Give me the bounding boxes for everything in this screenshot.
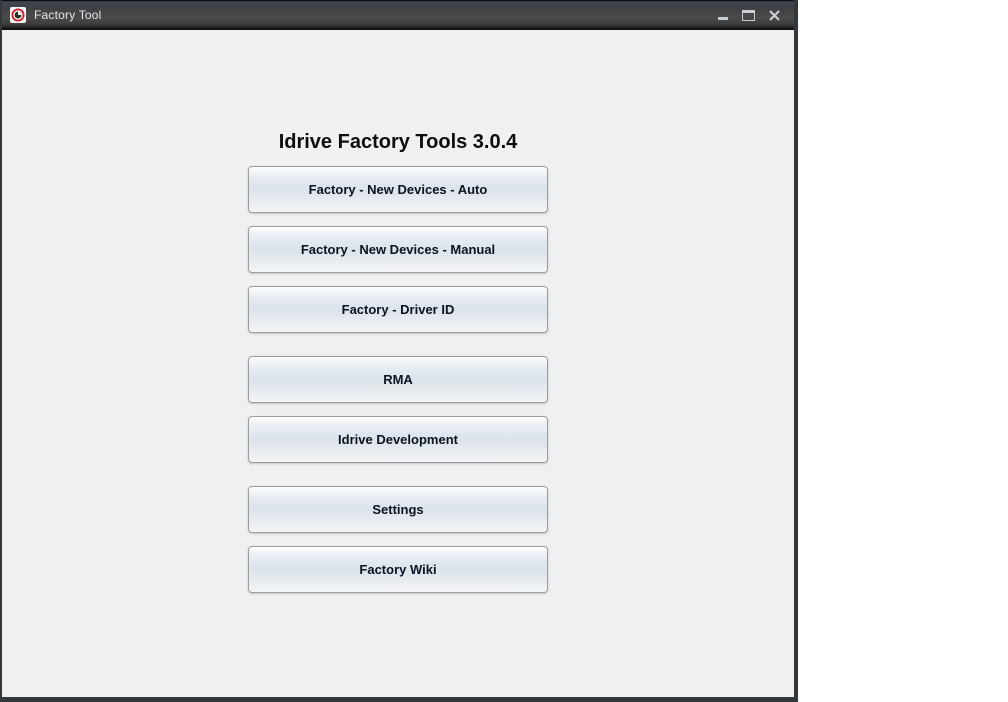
menu-button-stack: Factory - New Devices - Auto Factory - N…	[248, 166, 548, 593]
menu-button-factory-driver-id[interactable]: Factory - Driver ID	[248, 286, 548, 333]
maximize-icon	[742, 9, 755, 21]
minimize-icon	[717, 16, 728, 20]
app-window: Factory Tool Idrive Factory Tools 3.0.4 …	[0, 0, 798, 702]
maximize-button[interactable]	[739, 4, 758, 26]
menu-button-factory-new-devices-manual[interactable]: Factory - New Devices - Manual	[248, 226, 548, 273]
menu-button-rma[interactable]: RMA	[248, 356, 548, 403]
menu-button-factory-new-devices-auto[interactable]: Factory - New Devices - Auto	[248, 166, 548, 213]
menu-group-settings-wiki: Settings Factory Wiki	[248, 486, 548, 593]
menu-group-rma-dev: RMA Idrive Development	[248, 356, 548, 463]
menu-button-idrive-development[interactable]: Idrive Development	[248, 416, 548, 463]
page-title: Idrive Factory Tools 3.0.4	[278, 131, 518, 153]
close-button[interactable]	[765, 4, 784, 26]
menu-button-settings[interactable]: Settings	[248, 486, 548, 533]
titlebar[interactable]: Factory Tool	[2, 0, 794, 30]
close-icon	[769, 10, 780, 20]
window-content: Idrive Factory Tools 3.0.4 Factory - New…	[2, 30, 794, 697]
menu-group-factory: Factory - New Devices - Auto Factory - N…	[248, 166, 548, 333]
minimize-button[interactable]	[713, 4, 732, 26]
factory-tool-app-icon	[10, 7, 26, 23]
menu-button-factory-wiki[interactable]: Factory Wiki	[248, 546, 548, 593]
window-title: Factory Tool	[34, 8, 102, 22]
window-controls	[713, 0, 794, 30]
